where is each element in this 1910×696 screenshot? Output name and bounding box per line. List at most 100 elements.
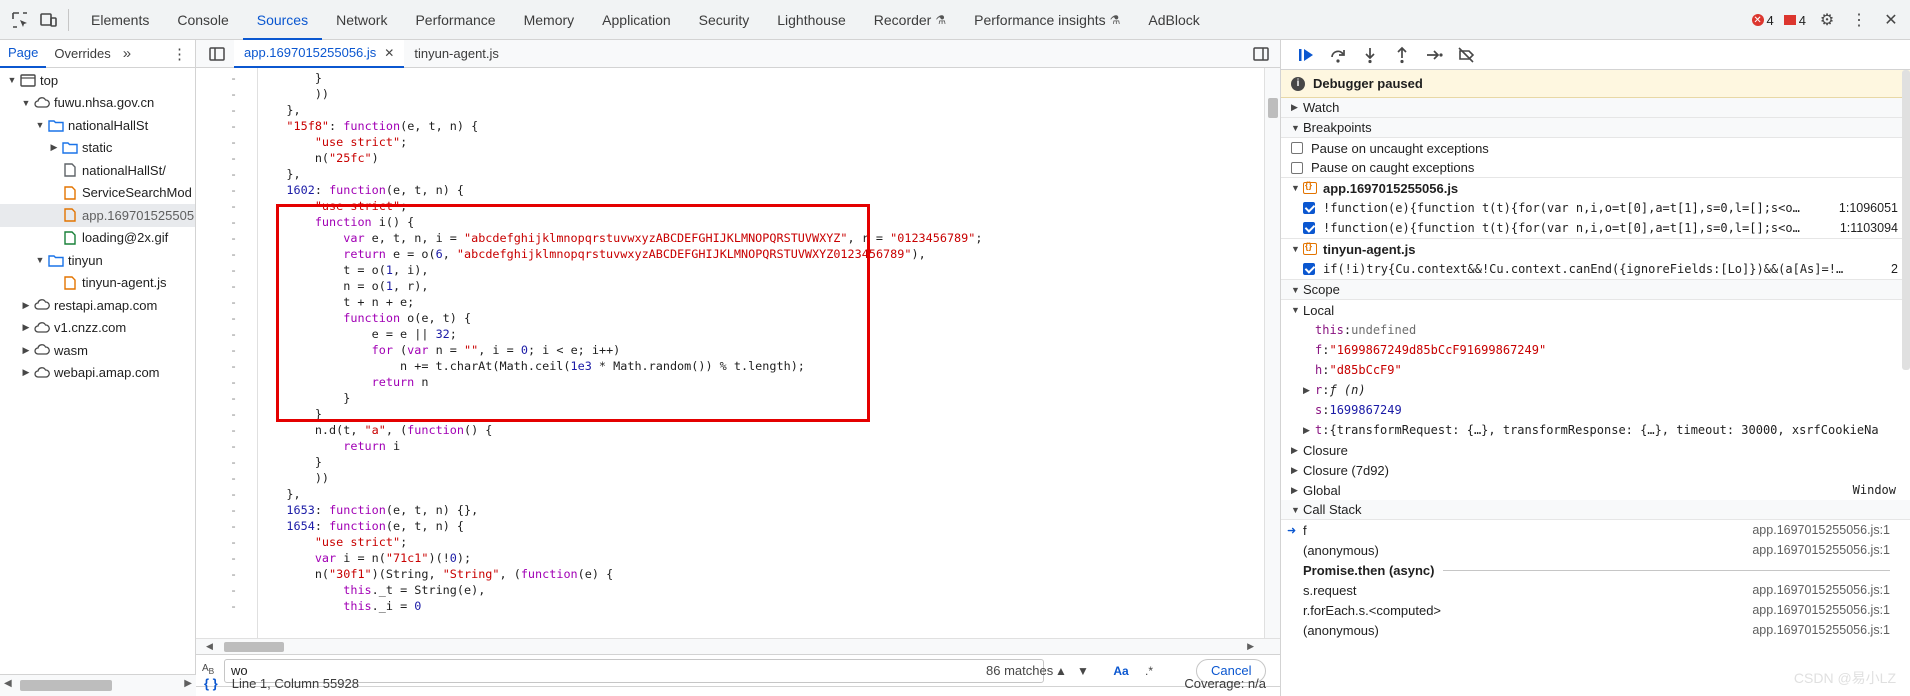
line-gutter-marker[interactable]: - [196, 374, 258, 390]
closure-row[interactable]: ▶ Closure [1281, 440, 1910, 460]
line-gutter-marker[interactable]: - [196, 406, 258, 422]
tree-item[interactable]: app.169701525505 [0, 204, 195, 227]
inspect-element-icon[interactable] [6, 6, 34, 34]
pause-caught-row[interactable]: Pause on caught exceptions [1281, 158, 1910, 178]
line-gutter-marker[interactable]: - [196, 550, 258, 566]
scrollbar-thumb[interactable] [20, 680, 112, 691]
pretty-print-icon[interactable]: { } [204, 676, 218, 691]
tab-console[interactable]: Console [163, 0, 242, 40]
close-tab-icon[interactable]: ✕ [384, 46, 394, 60]
kebab-menu-icon[interactable]: ⋮ [1848, 9, 1870, 31]
navigator-menu-icon[interactable]: ⋮ [172, 45, 187, 63]
line-gutter-marker[interactable]: - [196, 358, 258, 374]
settings-gear-icon[interactable]: ⚙ [1816, 9, 1838, 31]
scope-variable[interactable]: h: "d85bCcF9" [1281, 360, 1910, 380]
deactivate-breakpoints-icon[interactable] [1453, 43, 1479, 67]
editor-vertical-scrollbar[interactable] [1264, 68, 1280, 638]
call-frame[interactable]: (anonymous) app.1697015255056.js:1 [1281, 620, 1910, 640]
tab-network[interactable]: Network [322, 0, 401, 40]
line-gutter-marker[interactable]: - [196, 342, 258, 358]
tree-item[interactable]: tinyun-agent.js [0, 272, 195, 295]
global-row[interactable]: ▶ Global Window [1281, 480, 1910, 500]
tab-sources[interactable]: Sources [242, 0, 323, 40]
local-scope-row[interactable]: ▼ Local [1281, 300, 1910, 320]
debugger-scrollbar[interactable] [1902, 70, 1910, 370]
call-frame[interactable]: (anonymous) app.1697015255056.js:1 [1281, 540, 1910, 560]
editor-tab-app-js[interactable]: app.1697015255056.js ✕ [234, 39, 405, 68]
line-gutter-marker[interactable]: - [196, 182, 258, 198]
tree-item[interactable]: ServiceSearchMod [0, 182, 195, 205]
scrollbar-thumb[interactable] [224, 642, 284, 652]
tree-item[interactable]: ▶ restapi.amap.com [0, 294, 195, 317]
tab-security[interactable]: Security [685, 0, 764, 40]
line-gutter-marker[interactable]: - [196, 246, 258, 262]
editor-horizontal-scrollbar[interactable]: ◀ ▶ [196, 638, 1280, 654]
line-gutter-marker[interactable]: - [196, 134, 258, 150]
breakpoint-checkbox[interactable] [1303, 263, 1315, 275]
line-gutter-marker[interactable]: - [196, 198, 258, 214]
step-out-icon[interactable] [1389, 43, 1415, 67]
breakpoint-item[interactable]: !function(e){function t(t){for(var n,i,o… [1281, 218, 1910, 238]
breakpoint-file-header[interactable]: ▼ app.1697015255056.js [1281, 178, 1910, 198]
code-view[interactable]: - } - )) - }, - "15f8": function(e, t, n) {… [196, 68, 1280, 638]
tree-item[interactable]: ▶ webapi.amap.com [0, 362, 195, 385]
tree-item[interactable]: ▶ wasm [0, 339, 195, 362]
closure-7d92-row[interactable]: ▶ Closure (7d92) [1281, 460, 1910, 480]
error-count-badge[interactable]: ✕ 4 [1751, 13, 1774, 28]
breakpoint-checkbox[interactable] [1303, 202, 1315, 214]
line-gutter-marker[interactable]: - [196, 566, 258, 582]
breakpoint-file-header[interactable]: ▼ tinyun-agent.js [1281, 239, 1910, 259]
line-gutter-marker[interactable]: - [196, 118, 258, 134]
tab-adblock[interactable]: AdBlock [1134, 0, 1213, 40]
resume-icon[interactable] [1293, 43, 1319, 67]
pause-uncaught-row[interactable]: Pause on uncaught exceptions [1281, 138, 1910, 158]
tree-item[interactable]: ▼ fuwu.nhsa.gov.cn [0, 92, 195, 115]
tab-recorder[interactable]: Recorder ⚗ [860, 0, 960, 40]
scroll-left-arrow-icon[interactable]: ◀ [4, 678, 12, 689]
tab-page[interactable]: Page [0, 40, 47, 68]
tab-lighthouse[interactable]: Lighthouse [763, 0, 860, 40]
navigator-horizontal-scrollbar[interactable]: ◀ ▶ [0, 674, 196, 696]
issue-count-badge[interactable]: 4 [1783, 13, 1806, 28]
tab-application[interactable]: Application [588, 0, 685, 40]
breakpoints-section-header[interactable]: ▼ Breakpoints [1281, 118, 1910, 138]
scroll-right-arrow-icon[interactable]: ▶ [184, 678, 192, 689]
scroll-left-arrow-icon[interactable]: ◀ [206, 641, 213, 652]
call-frame[interactable]: s.request app.1697015255056.js:1 [1281, 580, 1910, 600]
pause-caught-checkbox[interactable] [1291, 161, 1303, 174]
tree-item[interactable]: ▼ top [0, 69, 195, 92]
device-toolbar-icon[interactable] [34, 6, 62, 34]
line-gutter-marker[interactable]: - [196, 262, 258, 278]
pause-uncaught-checkbox[interactable] [1291, 142, 1303, 154]
line-gutter-marker[interactable]: - [196, 518, 258, 534]
line-gutter-marker[interactable]: - [196, 326, 258, 342]
line-gutter-marker[interactable]: - [196, 534, 258, 550]
line-gutter-marker[interactable]: - [196, 310, 258, 326]
editor-tab-tinyun-agent[interactable]: tinyun-agent.js [404, 40, 509, 68]
tree-item[interactable]: nationalHallSt/ [0, 159, 195, 182]
line-gutter-marker[interactable]: - [196, 470, 258, 486]
scope-variable[interactable]: s: 1699867249 [1281, 400, 1910, 420]
tree-item[interactable]: loading@2x.gif [0, 227, 195, 250]
scope-variable[interactable]: f: "1699867249d85bCcF91699867249" [1281, 340, 1910, 360]
call-frame[interactable]: r.forEach.s.<computed> app.1697015255056.… [1281, 600, 1910, 620]
scope-variable[interactable]: ▶ r: ƒ (n) [1281, 380, 1910, 400]
line-gutter-marker[interactable]: - [196, 422, 258, 438]
scope-variable[interactable]: ▶ t: {transformRequest: {…}, transformRes… [1281, 420, 1910, 440]
tree-item[interactable]: ▼ nationalHallSt [0, 114, 195, 137]
tab-performance-insights[interactable]: Performance insights ⚗ [960, 0, 1134, 40]
toggle-debugger-icon[interactable] [1250, 40, 1272, 68]
tree-item[interactable]: ▼ tinyun [0, 249, 195, 272]
call-stack-section-header[interactable]: ▼ Call Stack [1281, 500, 1910, 520]
line-gutter-marker[interactable]: - [196, 70, 258, 86]
line-gutter-marker[interactable]: - [196, 486, 258, 502]
close-devtools-icon[interactable]: ✕ [1880, 9, 1902, 31]
line-gutter-marker[interactable]: - [196, 294, 258, 310]
tab-memory[interactable]: Memory [510, 0, 589, 40]
call-frame[interactable]: ➜ f app.1697015255056.js:1 [1281, 520, 1910, 540]
line-gutter-marker[interactable]: - [196, 150, 258, 166]
line-gutter-marker[interactable]: - [196, 278, 258, 294]
line-gutter-marker[interactable]: - [196, 390, 258, 406]
line-gutter-marker[interactable]: - [196, 214, 258, 230]
more-tabs-chevron-icon[interactable]: » [119, 45, 135, 62]
